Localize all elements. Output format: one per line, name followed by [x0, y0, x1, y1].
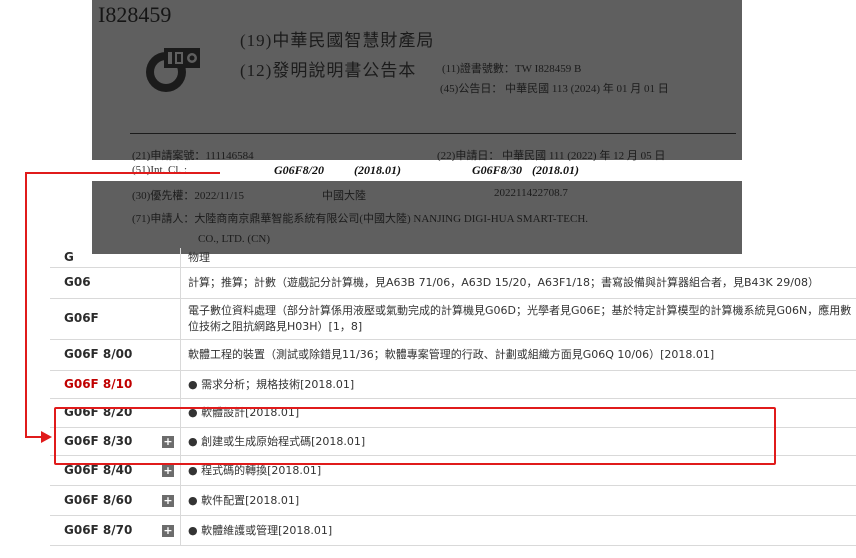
table-row[interactable]: G06F 電子數位資料處理（部分計算係用液壓或氣動完成的計算機見G06D；光學者見…	[50, 299, 856, 340]
int-cl-date: (2018.01)	[354, 163, 401, 177]
annotation-arrow-icon	[41, 431, 52, 443]
table-row[interactable]: G 物理	[50, 248, 856, 268]
class-code[interactable]: G06F	[64, 311, 99, 325]
column-divider	[180, 248, 181, 267]
class-description: 軟體工程的裝置（測試或除錯見11/36；軟體專案管理的行政、計劃或組織方面見G0…	[188, 348, 715, 361]
expand-icon[interactable]: +	[162, 524, 174, 537]
column-divider	[180, 486, 181, 515]
column-divider	[180, 371, 181, 398]
priority-number: 202211422708.7	[494, 187, 568, 199]
class-code[interactable]: G06	[64, 275, 91, 289]
class-code[interactable]: G06F 8/70	[64, 523, 132, 537]
divider	[130, 133, 736, 134]
publication-date: (45)公告日： 中華民國 113 (2024) 年 01 月 01 日	[440, 83, 669, 95]
annotation-line	[25, 172, 27, 438]
tipo-logo-icon	[146, 48, 200, 92]
classification-table: G 物理 G06 計算；推算；計數（遊戲記分計算機，見A63B 71/06，A63D …	[50, 248, 856, 546]
annotation-highlight-box	[54, 407, 776, 465]
int-cl-code: G06F8/30	[472, 163, 523, 177]
applicant-continued: CO., LTD. (CN)	[198, 233, 271, 245]
annotation-line	[25, 172, 220, 174]
table-row[interactable]: G06F 8/60 + ● 軟件配置[2018.01]	[50, 486, 856, 516]
class-description: 物理	[188, 250, 210, 264]
class-code[interactable]: G06F 8/00	[64, 347, 132, 361]
patent-header-lower: (30)優先權：2022/11/15 中國大陸 202211422708.7 (…	[92, 181, 742, 254]
int-cl-date: (2018.01)	[532, 163, 579, 177]
int-cl-label: (51)Int. Cl. :	[132, 164, 187, 176]
certificate-number: (11)證書號數：TW I828459 B	[442, 63, 582, 75]
patent-header: I828459 (19)中華民國智慧財產局 (12)發明說明書公告本 (11)證…	[92, 0, 742, 162]
expand-icon[interactable]: +	[162, 494, 174, 507]
int-cl-code: G06F8/20	[274, 163, 325, 177]
class-description: ● 軟體維護或管理[2018.01]	[188, 523, 333, 537]
class-description: 計算；推算；計數（遊戲記分計算機，見A63B 71/06，A63D 15/20，…	[188, 276, 819, 289]
class-code[interactable]: G06F 8/10	[64, 377, 132, 391]
column-divider	[180, 340, 181, 370]
office-name: (19)中華民國智慧財產局	[240, 31, 435, 50]
class-description: 電子數位資料處理（部分計算係用液壓或氣動完成的計算機見G06D；光學者見G06E…	[188, 304, 852, 333]
column-divider	[180, 516, 181, 545]
column-divider	[180, 268, 181, 298]
table-row[interactable]: G06F 8/70 + ● 軟體維護或管理[2018.01]	[50, 516, 856, 546]
class-code[interactable]: G06F 8/60	[64, 493, 132, 507]
column-divider	[180, 299, 181, 339]
annotation-line	[25, 436, 41, 438]
class-code[interactable]: G	[64, 250, 74, 264]
expand-icon[interactable]: +	[162, 464, 174, 477]
int-cl-row: (51)Int. Cl. : G06F8/20 (2018.01) G06F8/…	[92, 161, 742, 181]
applicant: (71)申請人：大陸商南京鼎華智能系統有限公司(中國大陸) NANJING DI…	[132, 213, 589, 225]
table-row[interactable]: G06F 8/10 ● 需求分析；規格技術[2018.01]	[50, 371, 856, 399]
class-description: ● 需求分析；規格技術[2018.01]	[188, 377, 355, 391]
class-description: ● 軟件配置[2018.01]	[188, 493, 300, 507]
priority-country: 中國大陸	[322, 190, 366, 202]
table-row[interactable]: G06 計算；推算；計數（遊戲記分計算機，見A63B 71/06，A63D 15/…	[50, 268, 856, 299]
patent-number: I828459	[98, 2, 172, 27]
priority: (30)優先權：2022/11/15	[132, 190, 245, 202]
document-kind: (12)發明說明書公告本	[240, 61, 417, 80]
table-row[interactable]: G06F 8/00 軟體工程的裝置（測試或除錯見11/36；軟體專案管理的行政、計…	[50, 340, 856, 371]
